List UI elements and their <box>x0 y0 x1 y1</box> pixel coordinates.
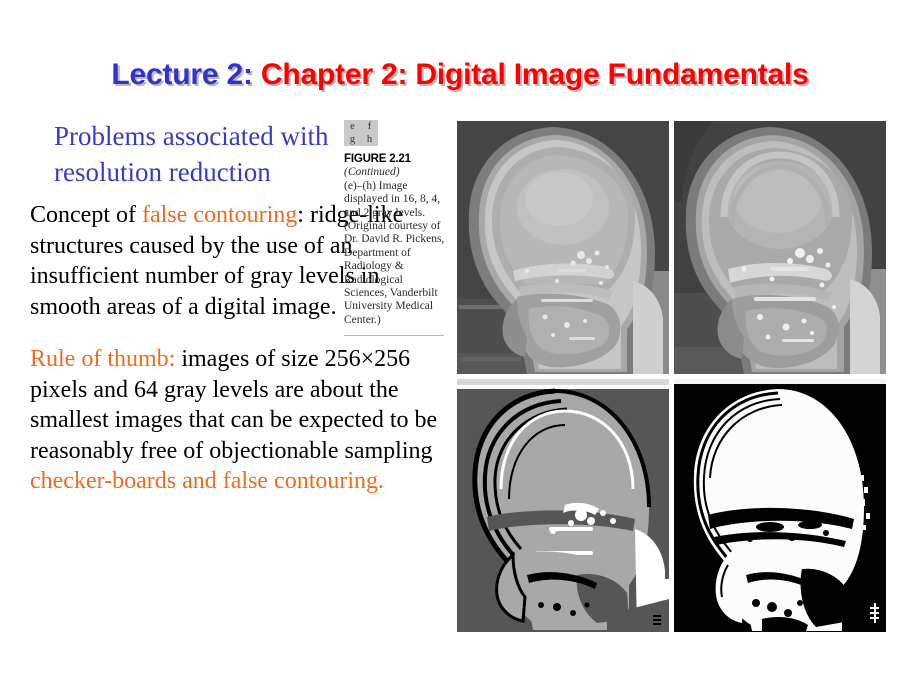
skull-xray-4-levels <box>457 379 669 632</box>
panel-key-f: f <box>367 121 372 132</box>
caption-divider <box>344 335 444 337</box>
figure-image-grid <box>457 121 886 639</box>
para2-highlight-tail: checker-boards and false contouring. <box>30 468 385 494</box>
title-chapter-part: Chapter 2: Digital Image Fundamentals <box>252 58 809 91</box>
para2-highlight-lead: Rule of thumb: <box>30 346 176 372</box>
para1-highlight: false contouring <box>141 202 298 228</box>
figure-number: FIGURE 2.21 <box>344 153 411 165</box>
skull-xray-8-levels <box>674 121 886 374</box>
paragraph-rule-of-thumb: Rule of thumb: images of size 256×256 pi… <box>30 344 442 497</box>
figure-caption-body: (e)–(h) Image displayed in 16, 8, 4, and… <box>344 179 445 326</box>
para1-lead: Concept of <box>30 202 142 228</box>
figure-caption: e f g h FIGURE 2.21 (Continued) (e)–(h) … <box>344 120 448 337</box>
title-lecture-part: Lecture 2: <box>111 58 253 91</box>
skull-xray-16-levels <box>457 121 669 374</box>
page-title: Lecture 2: Chapter 2: Digital Image Fund… <box>0 58 920 92</box>
panel-key-h: h <box>366 134 373 145</box>
content-column: Problems associated with resolution redu… <box>30 118 437 497</box>
panel-key-g: g <box>349 134 356 145</box>
figure-continued-label: (Continued) <box>344 166 400 179</box>
skull-xray-2-levels <box>674 379 886 632</box>
section-heading: Problems associated with resolution redu… <box>54 121 329 187</box>
figure-panel-key: e f g h <box>344 120 378 146</box>
panel-key-e: e <box>350 121 355 132</box>
